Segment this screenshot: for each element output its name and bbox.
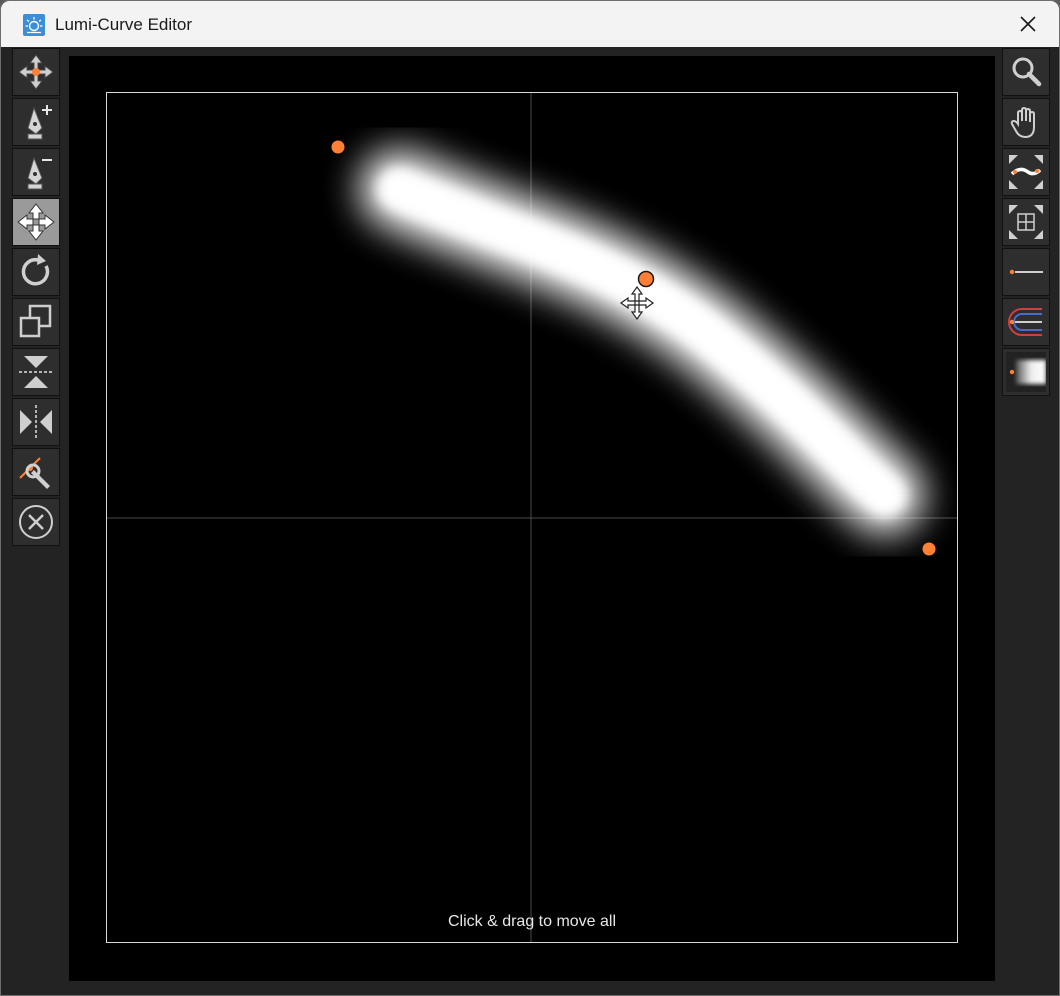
- rotate-icon: [21, 254, 50, 286]
- flip-vertical-icon: [19, 356, 53, 388]
- scale-tool-button[interactable]: [12, 298, 60, 346]
- control-point-middle[interactable]: [637, 270, 655, 288]
- edit-tangent-button[interactable]: [12, 448, 60, 496]
- flip-horizontal-button[interactable]: [12, 398, 60, 446]
- rotate-tool-button[interactable]: [12, 248, 60, 296]
- hand-icon: [1010, 106, 1035, 139]
- scale-icon: [19, 304, 52, 338]
- title-bar: Lumi-Curve Editor: [1, 1, 1059, 47]
- soft-glow-button[interactable]: [1002, 348, 1050, 396]
- pen-minus-icon: [27, 156, 52, 190]
- left-toolbar: [12, 48, 62, 548]
- move-point-tool-button[interactable]: [12, 48, 60, 96]
- glow-brush-icon: [1006, 352, 1046, 392]
- close-button[interactable]: [997, 1, 1059, 47]
- canvas-hint-text: Click & drag to move all: [447, 913, 617, 930]
- fit-curve-button[interactable]: [1002, 148, 1050, 196]
- close-icon: [1020, 16, 1036, 32]
- move-point-icon: [18, 54, 54, 90]
- circle-x-icon: [19, 505, 53, 539]
- lumi-curve-editor-window: Lumi-Curve Editor Click & drag to move a…: [0, 0, 1060, 996]
- flip-horizontal-icon: [20, 405, 52, 439]
- move-all-icon: [17, 203, 55, 241]
- curve-stroke: [378, 168, 906, 516]
- pen-plus-icon: [27, 105, 52, 140]
- fit-curve-icon: [1009, 155, 1043, 189]
- zoom-tool-button[interactable]: [1002, 48, 1050, 96]
- right-toolbar: [1002, 48, 1052, 398]
- gradient-stroke-button[interactable]: [1002, 298, 1050, 346]
- fit-grid-icon: [1009, 205, 1043, 239]
- pan-tool-button[interactable]: [1002, 98, 1050, 146]
- gradient-arc-icon: [1008, 308, 1042, 336]
- flip-vertical-button[interactable]: [12, 348, 60, 396]
- app-icon: [23, 14, 45, 36]
- fit-grid-button[interactable]: [1002, 198, 1050, 246]
- window-title: Lumi-Curve Editor: [55, 15, 192, 34]
- magnifier-icon: [1012, 57, 1042, 87]
- move-all-tool-button[interactable]: [12, 198, 60, 246]
- reset-button[interactable]: [12, 498, 60, 546]
- control-point-start[interactable]: [331, 140, 345, 154]
- tangent-wrench-icon: [19, 457, 50, 489]
- curve-canvas[interactable]: Click & drag to move all: [106, 92, 958, 943]
- add-point-tool-button[interactable]: [12, 98, 60, 146]
- thin-line-icon: [1009, 269, 1043, 275]
- curve-plot[interactable]: [107, 93, 957, 942]
- line-width-button[interactable]: [1002, 248, 1050, 296]
- remove-point-tool-button[interactable]: [12, 148, 60, 196]
- control-point-end[interactable]: [922, 542, 936, 556]
